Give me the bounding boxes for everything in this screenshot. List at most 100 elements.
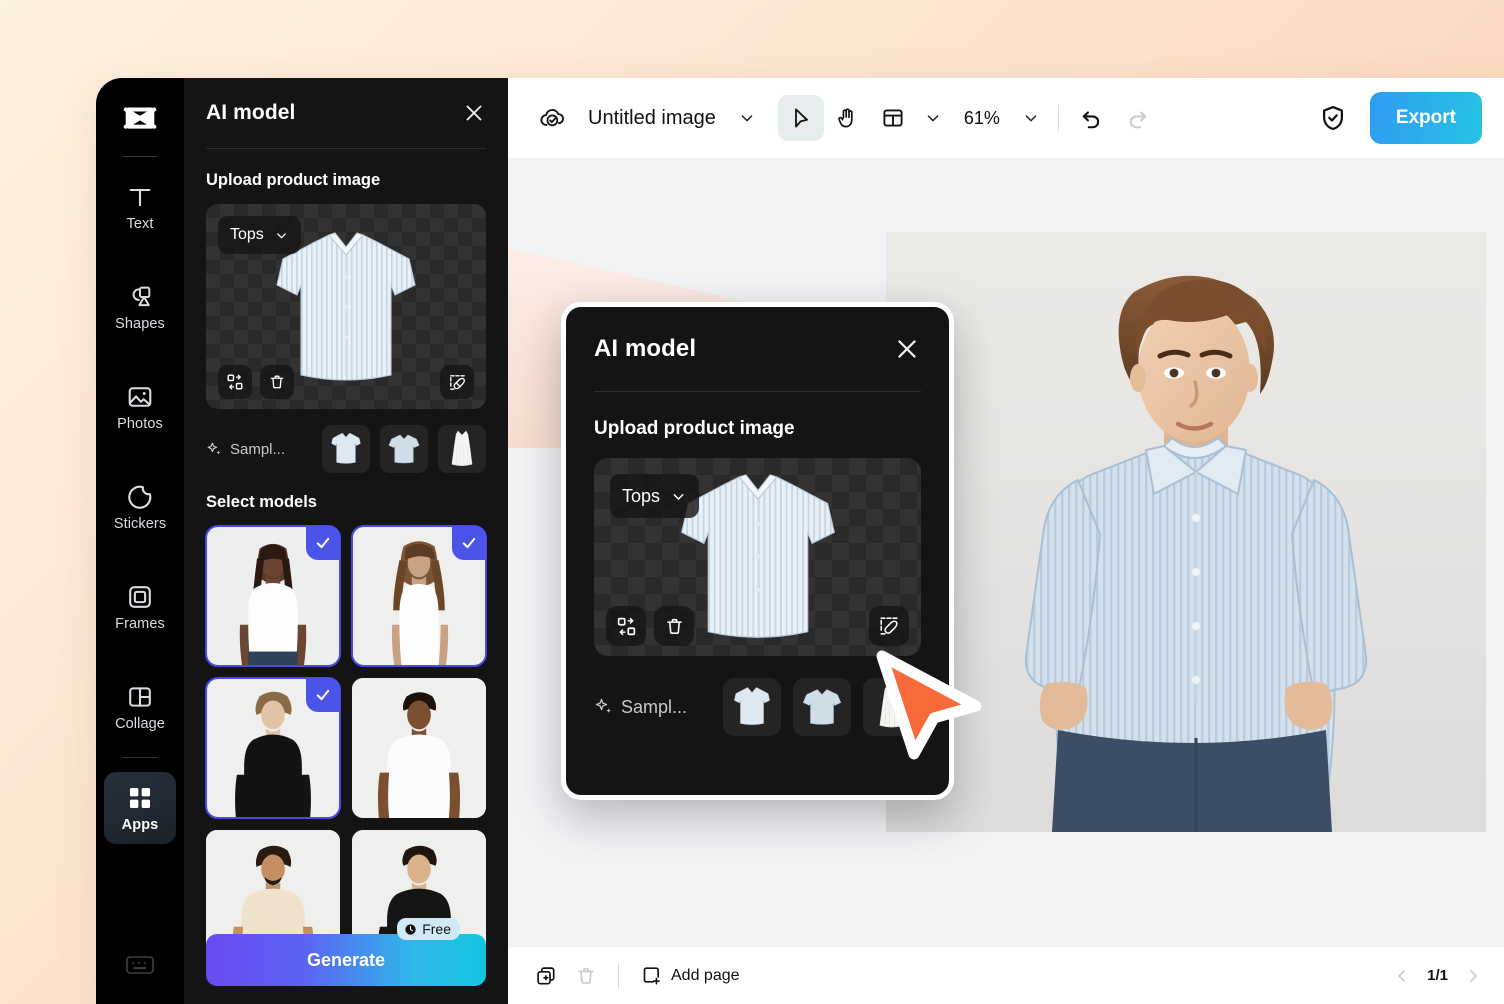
generate-section: Free Generate [206, 934, 486, 986]
sample-shirt[interactable] [322, 425, 370, 473]
sample-tshirt[interactable] [380, 425, 428, 473]
sidebar-item-shapes[interactable]: Shapes [104, 271, 176, 343]
delete-icon[interactable] [260, 365, 294, 399]
undo-icon [1079, 106, 1104, 131]
sidebar-item-label: Collage [115, 716, 165, 732]
model-selected-check[interactable] [452, 526, 486, 560]
sidebar-item-photos[interactable]: Photos [104, 371, 176, 443]
magic-eraser-icon[interactable] [869, 606, 909, 646]
chevron-down-icon [274, 228, 289, 243]
resize-icon[interactable] [606, 606, 646, 646]
redo-button[interactable] [1115, 95, 1161, 141]
callout-samples-label-text: Sampl... [621, 697, 687, 718]
duplicate-page-icon[interactable] [528, 958, 564, 994]
export-button[interactable]: Export [1370, 92, 1482, 144]
model-card-2[interactable] [352, 526, 486, 666]
callout-upload-tools [606, 606, 694, 646]
close-icon[interactable] [462, 101, 486, 125]
callout-upload-title: Upload product image [594, 418, 921, 440]
top-toolbar: Untitled image 61% [508, 78, 1504, 158]
product-image-upload-area[interactable]: Tops [206, 204, 486, 409]
delete-icon[interactable] [654, 606, 694, 646]
panel-title: AI model [206, 101, 295, 125]
sidebar-item-stickers[interactable]: Stickers [104, 471, 176, 543]
layout-chevron-down-icon[interactable] [916, 101, 950, 135]
samples-label-group: Sampl... [206, 441, 312, 458]
text-icon [126, 183, 154, 211]
toolbar-divider [1058, 105, 1059, 131]
collage-icon [126, 683, 154, 711]
hand-tool-button[interactable] [824, 95, 870, 141]
cursor-select-icon [789, 106, 813, 130]
category-dropdown[interactable]: Tops [218, 216, 301, 254]
page-navigation: 1/1 [1393, 967, 1482, 985]
callout-category-label: Tops [622, 486, 660, 507]
keyboard-shortcuts-icon[interactable] [125, 953, 155, 982]
bottom-toolbar: Add page 1/1 [508, 946, 1504, 1004]
sidebar-item-label: Frames [115, 616, 165, 632]
callout-category-dropdown[interactable]: Tops [610, 474, 699, 518]
stickers-icon [126, 483, 154, 511]
zoom-chevron-down-icon[interactable] [1014, 101, 1048, 135]
left-sidebar: Text Shapes Photos Stickers [96, 78, 184, 1004]
sidebar-item-text[interactable]: Text [104, 171, 176, 243]
shapes-icon [126, 283, 154, 311]
generate-button[interactable]: Generate [206, 934, 486, 986]
sidebar-item-collage[interactable]: Collage [104, 671, 176, 743]
select-tool-button[interactable] [778, 95, 824, 141]
layout-tool-button[interactable] [870, 95, 916, 141]
sidebar-item-label: Photos [117, 416, 163, 432]
model-thumbnail [352, 678, 486, 818]
cloud-saved-icon[interactable] [532, 97, 574, 139]
capcut-logo-icon[interactable] [114, 94, 166, 146]
resize-icon[interactable] [218, 365, 252, 399]
callout-header: AI model [594, 307, 921, 391]
category-label: Tops [230, 226, 264, 244]
document-name[interactable]: Untitled image [588, 107, 716, 130]
delete-page-icon[interactable] [568, 958, 604, 994]
samples-row: Sampl... [206, 425, 486, 473]
rail-divider-apps [122, 757, 158, 758]
chevron-left-icon[interactable] [1393, 967, 1411, 985]
panel-divider [206, 148, 486, 149]
layout-icon [881, 106, 905, 130]
check-icon [314, 686, 332, 704]
chevron-right-icon[interactable] [1464, 967, 1482, 985]
close-icon[interactable] [893, 335, 921, 363]
redo-icon [1125, 106, 1150, 131]
model-selected-check[interactable] [306, 678, 340, 712]
sidebar-item-apps[interactable]: Apps [104, 772, 176, 844]
undo-button[interactable] [1069, 95, 1115, 141]
page-indicator: 1/1 [1427, 967, 1448, 984]
sidebar-item-label: Shapes [115, 316, 165, 332]
sidebar-item-label: Text [127, 216, 154, 232]
model-card-4[interactable] [352, 678, 486, 818]
zoom-level[interactable]: 61% [964, 108, 1000, 129]
shield-check-button[interactable] [1310, 95, 1356, 141]
callout-divider [594, 391, 921, 392]
model-selected-check[interactable] [306, 526, 340, 560]
upload-tools [218, 365, 294, 399]
sidebar-item-label: Apps [122, 817, 159, 833]
frames-icon [126, 583, 154, 611]
sidebar-item-frames[interactable]: Frames [104, 571, 176, 643]
sample-shirt[interactable] [723, 678, 781, 736]
add-page-button[interactable]: Add page [633, 965, 748, 986]
callout-samples-label-group: Sampl... [594, 697, 711, 718]
check-icon [460, 534, 478, 552]
callout-upload-area[interactable]: Tops [594, 458, 921, 656]
clock-icon [404, 923, 417, 936]
pointer-cursor-icon [866, 644, 986, 767]
callout-title: AI model [594, 335, 696, 363]
add-page-label: Add page [671, 967, 740, 985]
sample-tshirt[interactable] [793, 678, 851, 736]
panel-header: AI model [206, 78, 486, 148]
model-card-1[interactable] [206, 526, 340, 666]
free-badge: Free [397, 918, 460, 940]
photos-icon [126, 383, 154, 411]
document-menu-chevron-down-icon[interactable] [730, 101, 764, 135]
model-card-3[interactable] [206, 678, 340, 818]
sample-dress[interactable] [438, 425, 486, 473]
sparkle-icon [594, 697, 614, 717]
magic-eraser-icon[interactable] [440, 365, 474, 399]
